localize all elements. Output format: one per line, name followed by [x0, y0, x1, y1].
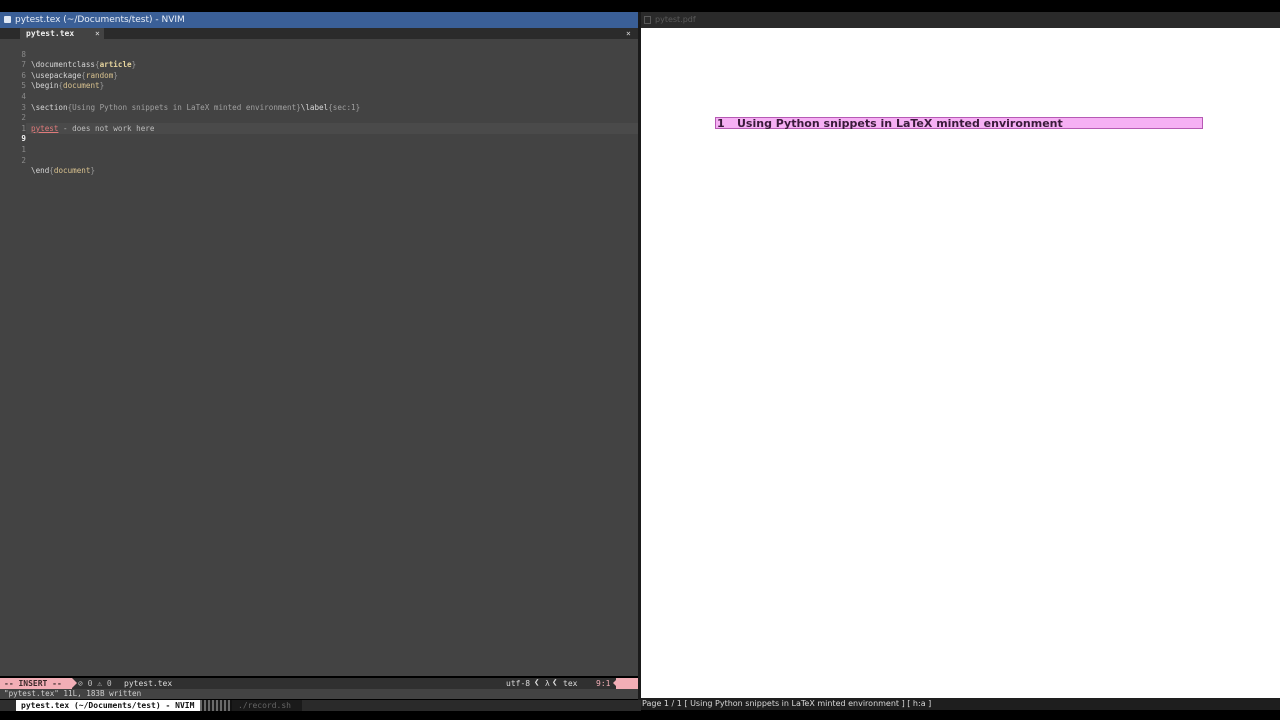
mode-text: -- INSERT --: [4, 679, 62, 688]
editor-line[interactable]: 6 \begin{document}: [0, 60, 638, 91]
editor-line[interactable]: 1: [0, 134, 638, 154]
editor-line[interactable]: 7 \usepackage{random}: [0, 50, 638, 80]
filetype: tex: [563, 679, 578, 688]
workspace-indicator[interactable]: [0, 700, 16, 711]
tab-pytest-tex[interactable]: pytest.tex ×: [20, 28, 104, 39]
chevron-left-icon: ❮: [552, 678, 558, 688]
document-icon: [644, 16, 651, 24]
nvim-titlebar[interactable]: pytest.tex (~/Documents/test) - NVIM: [0, 12, 640, 28]
latex-command: \end: [31, 166, 50, 176]
tab-label: pytest.tex: [26, 29, 75, 38]
editor-current-line[interactable]: 9: [0, 124, 638, 143]
taskbar-item-nvim[interactable]: pytest.tex (~/Documents/test) - NVIM: [0, 700, 200, 711]
close-all-icon[interactable]: ×: [626, 28, 636, 39]
lambda-icon: λ: [545, 679, 550, 688]
line-number: 2: [21, 155, 26, 165]
pdf-section-heading-highlight[interactable]: 1 Using Python snippets in LaTeX minted …: [715, 117, 1203, 129]
latex-argument: document: [53, 166, 91, 176]
command-line[interactable]: "pytest.tex" 11L, 183B written: [0, 689, 638, 699]
editor-line[interactable]: 3: [0, 92, 638, 112]
section-title: Using Python snippets in LaTeX minted en…: [737, 117, 1063, 130]
chevron-left-icon: ❮: [534, 678, 540, 688]
cursor-position: 9:1: [596, 679, 611, 688]
taskbar-item-label: pytest.tex (~/Documents/test) - NVIM: [21, 701, 195, 710]
command-line-message: "pytest.tex" 11L, 183B written: [4, 689, 142, 698]
taskbar-empty-area: [302, 700, 641, 711]
section-number: 1: [717, 117, 725, 130]
editor-line[interactable]: 2 \end{document}: [0, 145, 638, 176]
taskbar-item-record[interactable]: ./record.sh: [232, 700, 302, 711]
brace: }: [90, 166, 96, 176]
scroll-progress-block: [616, 678, 638, 689]
editor-line[interactable]: 1: [0, 113, 638, 133]
tab-close-icon[interactable]: ×: [95, 28, 100, 39]
pdf-window-title: pytest.pdf: [655, 15, 696, 24]
editor-line[interactable]: 4 \section{Using Python snippets in LaTe…: [0, 81, 638, 112]
mode-separator-arrow: [72, 678, 77, 688]
mode-indicator: -- INSERT --: [0, 678, 72, 689]
statusline-filename: pytest.tex: [124, 679, 173, 688]
diagnostics-count: ⊘ 0 ⚠ 0: [78, 679, 112, 688]
editor-line[interactable]: 5: [0, 71, 638, 90]
pdf-titlebar[interactable]: pytest.pdf: [641, 12, 1280, 28]
taskbar-separator: [200, 700, 230, 711]
editor-line[interactable]: 8 \documentclass{article}: [0, 39, 638, 70]
pdf-statusbar: Page 1 / 1 [ Using Python snippets in La…: [641, 698, 1280, 710]
taskbar-item-label: ./record.sh: [238, 701, 291, 710]
window-icon: [4, 16, 11, 23]
nvim-window-title: pytest.tex (~/Documents/test) - NVIM: [15, 15, 185, 25]
file-encoding: utf-8: [506, 679, 531, 688]
pdf-status-text: Page 1 / 1 [ Using Python snippets in La…: [642, 699, 932, 708]
editor-line[interactable]: 2 pytest - does not work here: [0, 103, 638, 133]
